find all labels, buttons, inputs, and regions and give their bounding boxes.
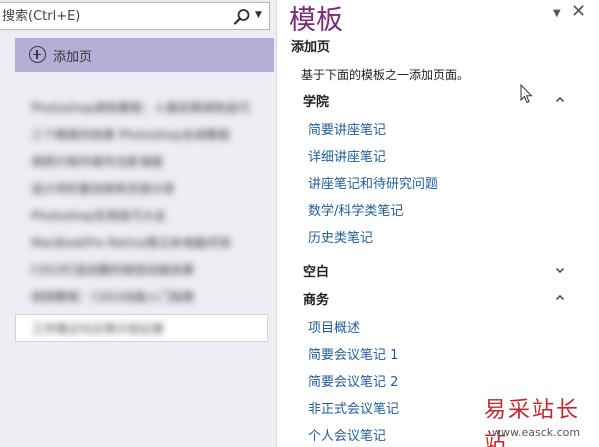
category-header-academic[interactable]: 学院 xyxy=(303,91,329,110)
template-link[interactable]: 详细讲座笔记 xyxy=(308,146,386,165)
add-page-label: 添加页 xyxy=(53,50,93,65)
page-item[interactable]: 设计师的素材库和灵感分享 xyxy=(15,176,277,203)
template-link[interactable]: 非正式会议笔记 xyxy=(308,398,399,417)
pane-title: 模板 xyxy=(289,5,343,36)
close-icon[interactable]: ✕ xyxy=(571,1,586,22)
chevron-up-icon[interactable] xyxy=(555,293,565,304)
chevron-up-icon[interactable] xyxy=(555,95,565,106)
template-link[interactable]: 简要会议笔记 1 xyxy=(308,344,398,363)
page-item[interactable]: Photoshop调色教程：人像后期调色技巧 xyxy=(15,95,277,122)
pane-options-dropdown-icon[interactable]: ▼ xyxy=(553,8,561,19)
templates-pane: 模板 ▼ ✕ 添加页 基于下面的模板之一添加页面。 学院 简要讲座笔记 详细讲座… xyxy=(277,0,599,447)
page-item[interactable]: CSS3打造炫酷的按钮动画效果 xyxy=(15,257,277,284)
template-link[interactable]: 个人会议笔记 xyxy=(308,425,386,444)
template-link[interactable]: 项目概述 xyxy=(308,317,360,336)
chevron-down-icon[interactable] xyxy=(555,266,565,277)
watermark-url: www.easck.com xyxy=(492,426,581,439)
template-link[interactable]: 讲座笔记和待研究问题 xyxy=(308,173,438,192)
add-page-button[interactable]: 添加页 xyxy=(15,38,274,72)
search-scope-dropdown-icon[interactable]: ▼ xyxy=(255,10,262,20)
page-item[interactable]: Photoshop实用技巧大全 xyxy=(15,203,277,230)
search-icon[interactable] xyxy=(233,8,251,26)
page-list-pane: ▼ 添加页 Photoshop调色教程：人像后期调色技巧 三个精美的效果 Pho… xyxy=(0,0,276,447)
page-item[interactable]: 用照片制作城市光影海报 xyxy=(15,149,277,176)
template-link[interactable]: 数学/科学类笔记 xyxy=(308,200,403,219)
template-link[interactable]: 简要讲座笔记 xyxy=(308,119,386,138)
pane-subtitle: 添加页 xyxy=(291,40,331,55)
page-item[interactable]: MacBookPro Retina笔记本电脑评测 xyxy=(15,230,277,257)
page-item-selected[interactable]: 工作笔记与日常计划记录 xyxy=(15,314,268,342)
mouse-cursor-icon xyxy=(520,84,533,104)
template-link[interactable]: 历史类笔记 xyxy=(308,227,373,246)
plus-circle-icon xyxy=(29,46,46,63)
category-header-business[interactable]: 商务 xyxy=(303,289,329,308)
template-link[interactable]: 简要会议笔记 2 xyxy=(308,371,398,390)
page-item[interactable]: 视频教程：CSS3动画入门指南 xyxy=(15,284,277,311)
search-box[interactable]: ▼ xyxy=(0,2,270,30)
search-input[interactable] xyxy=(0,3,226,29)
page-list: Photoshop调色教程：人像后期调色技巧 三个精美的效果 Photoshop… xyxy=(15,95,277,311)
page-item[interactable]: 三个精美的效果 Photoshop合成教程 xyxy=(15,122,277,149)
page-item-label: 工作笔记与日常计划记录 xyxy=(32,322,165,336)
site-watermark: 易采站长站 www.easck.com xyxy=(470,390,599,447)
pane-description: 基于下面的模板之一添加页面。 xyxy=(301,68,470,82)
category-header-blank[interactable]: 空白 xyxy=(303,261,329,280)
